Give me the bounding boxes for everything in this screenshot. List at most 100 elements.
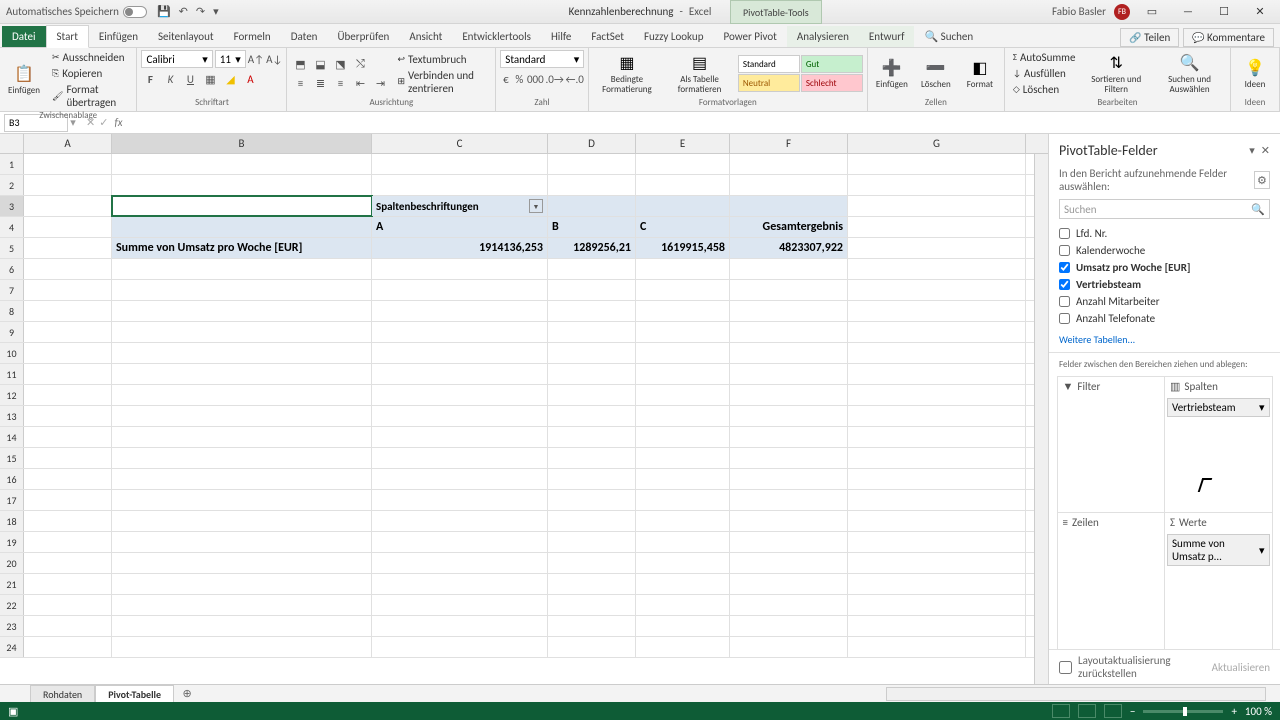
col-header-b[interactable]: B — [112, 134, 372, 153]
row-header[interactable]: 9 — [0, 322, 24, 342]
worksheet-grid[interactable]: A B C D E F G 1 2 3Spaltenbeschriftungen… — [0, 134, 1048, 684]
tab-search[interactable]: 🔍 Suchen — [914, 26, 983, 47]
row-header[interactable]: 8 — [0, 301, 24, 321]
tab-view[interactable]: Ansicht — [399, 26, 452, 47]
defer-checkbox[interactable] — [1059, 661, 1072, 674]
ribbon-mode-icon[interactable]: ▭ — [1138, 0, 1166, 24]
align-top-icon[interactable]: ⬒ — [291, 55, 309, 73]
conditional-format-button[interactable]: ▦Bedingte Formatierung — [593, 51, 662, 97]
tab-powerpivot[interactable]: Power Pivot — [713, 26, 786, 47]
row-header[interactable]: 12 — [0, 385, 24, 405]
autosave-toggle[interactable]: Automatisches Speichern — [6, 5, 147, 18]
tab-review[interactable]: Überprüfen — [327, 26, 399, 47]
row-header[interactable]: 24 — [0, 637, 24, 657]
align-bottom-icon[interactable]: ⬔ — [331, 55, 349, 73]
toggle-switch[interactable] — [123, 6, 147, 18]
row-header[interactable]: 14 — [0, 427, 24, 447]
zoom-in-icon[interactable]: + — [1231, 705, 1236, 718]
row-header[interactable]: 10 — [0, 343, 24, 363]
col-header-g[interactable]: G — [848, 134, 1026, 153]
row-header[interactable]: 18 — [0, 511, 24, 531]
align-center-icon[interactable]: ≣ — [311, 74, 329, 92]
column-filter-dropdown[interactable]: ▼ — [529, 199, 543, 213]
cell-c4[interactable]: A — [372, 217, 548, 237]
zoom-slider[interactable] — [1143, 710, 1223, 713]
fill-color-icon[interactable]: ◢ — [221, 70, 239, 88]
cell-b3-active[interactable] — [112, 196, 372, 216]
row-header[interactable]: 1 — [0, 154, 24, 174]
row-header[interactable]: 21 — [0, 574, 24, 594]
ideas-button[interactable]: 💡Ideen — [1235, 56, 1275, 92]
update-button[interactable]: Aktualisieren — [1212, 661, 1270, 674]
select-all[interactable] — [0, 134, 24, 153]
sheet-tab-pivot[interactable]: Pivot-Tabelle — [95, 685, 174, 703]
tab-start[interactable]: Start — [46, 25, 89, 48]
indent-dec-icon[interactable]: ⇤ — [351, 74, 369, 92]
tab-file[interactable]: Datei — [2, 26, 46, 47]
row-header[interactable]: 23 — [0, 616, 24, 636]
zoom-level[interactable]: 100 % — [1245, 705, 1272, 718]
align-middle-icon[interactable]: ⬓ — [311, 55, 329, 73]
cell-d5[interactable]: 1289256,21 — [548, 238, 636, 258]
bold-icon[interactable]: F — [141, 70, 159, 88]
tab-pagelayout[interactable]: Seitenlayout — [148, 26, 224, 47]
tab-developer[interactable]: Entwicklertools — [452, 26, 541, 47]
column-field-item[interactable]: Vertriebsteam▾ — [1167, 398, 1270, 417]
row-header[interactable]: 13 — [0, 406, 24, 426]
cell-b5[interactable]: Summe von Umsatz pro Woche [EUR] — [112, 238, 372, 258]
shrink-font-icon[interactable]: A↓ — [266, 50, 282, 68]
grow-font-icon[interactable]: A↑ — [248, 50, 264, 68]
row-header[interactable]: 16 — [0, 469, 24, 489]
qat-more-icon[interactable]: ▾ — [213, 5, 219, 18]
row-header[interactable]: 2 — [0, 175, 24, 195]
redo-icon[interactable]: ↷ — [196, 5, 205, 18]
comments-button[interactable]: 💬 Kommentare — [1183, 28, 1274, 47]
col-header-f[interactable]: F — [730, 134, 848, 153]
row-header[interactable]: 17 — [0, 490, 24, 510]
vertical-scrollbar[interactable] — [1034, 154, 1048, 684]
row-header[interactable]: 4 — [0, 217, 24, 237]
area-columns[interactable]: ▥Spalten Vertriebsteam▾ — [1164, 376, 1273, 514]
record-macro-icon[interactable]: ▣ — [8, 705, 18, 718]
orientation-icon[interactable]: ⤭ — [351, 55, 369, 73]
tab-analyze[interactable]: Analysieren — [787, 26, 859, 47]
font-size-combo[interactable]: 11▾ — [215, 50, 246, 68]
percent-icon[interactable]: % — [514, 70, 525, 88]
tab-factset[interactable]: FactSet — [581, 26, 634, 47]
minimize-icon[interactable]: — — [1174, 0, 1202, 24]
horizontal-scrollbar[interactable] — [886, 687, 1266, 701]
undo-icon[interactable]: ↶ — [179, 5, 188, 18]
row-header[interactable]: 15 — [0, 448, 24, 468]
tab-insert[interactable]: Einfügen — [89, 26, 148, 47]
font-color-icon[interactable]: A — [241, 70, 259, 88]
cell-f5[interactable]: 4823307,922 — [730, 238, 848, 258]
area-rows[interactable]: ≡Zeilen — [1057, 512, 1166, 650]
zoom-out-icon[interactable]: − — [1130, 705, 1135, 718]
border-icon[interactable]: ▦ — [201, 70, 219, 88]
save-icon[interactable]: 💾 — [157, 5, 171, 18]
clear-button[interactable]: ◇ Löschen — [1009, 82, 1080, 97]
fill-button[interactable]: ↓ Ausfüllen — [1009, 66, 1080, 81]
cell-e5[interactable]: 1619915,458 — [636, 238, 730, 258]
indent-inc-icon[interactable]: ⇥ — [371, 74, 389, 92]
format-painter-button[interactable]: 🖌 Format übertragen — [48, 82, 132, 110]
close-icon[interactable]: ✕ — [1246, 0, 1274, 24]
field-lfdnr[interactable]: Lfd. Nr. — [1059, 225, 1270, 242]
row-header[interactable]: 20 — [0, 553, 24, 573]
comma-icon[interactable]: 000 — [527, 70, 544, 88]
col-header-c[interactable]: C — [372, 134, 548, 153]
cut-button[interactable]: ✂ Ausschneiden — [48, 50, 132, 65]
cell-f4[interactable]: Gesamtergebnis — [730, 217, 848, 237]
cell-c3[interactable]: Spaltenbeschriftungen▼ — [372, 196, 548, 216]
col-header-e[interactable]: E — [636, 134, 730, 153]
maximize-icon[interactable]: ☐ — [1210, 0, 1238, 24]
cell-d4[interactable]: B — [548, 217, 636, 237]
user-name[interactable]: Fabio Basler — [1052, 5, 1106, 18]
formula-input[interactable] — [129, 114, 1280, 132]
field-telefonate[interactable]: Anzahl Telefonate — [1059, 310, 1270, 327]
style-neutral[interactable]: Neutral — [738, 74, 800, 92]
dec-decimal-icon[interactable]: ←.0 — [566, 70, 584, 88]
inc-decimal-icon[interactable]: .0→ — [546, 70, 564, 88]
row-header[interactable]: 6 — [0, 259, 24, 279]
field-umsatz[interactable]: Umsatz pro Woche [EUR] — [1059, 259, 1270, 276]
